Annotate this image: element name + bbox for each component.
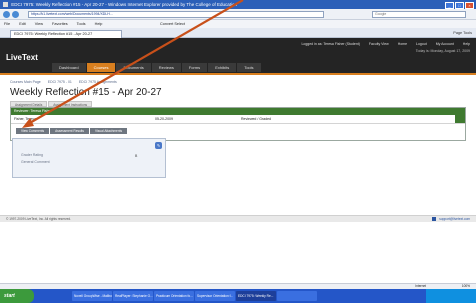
- taskbar-groupwise[interactable]: Novell GroupWise - Mailbox: [72, 291, 112, 301]
- system-tray[interactable]: [426, 289, 476, 303]
- taskbar-items: Novell GroupWise - MailboxRealPlayer: St…: [72, 291, 318, 301]
- annotation-arrow: [22, 0, 244, 128]
- taskbar-practicum[interactable]: Practicum Orientation fo...: [154, 291, 194, 301]
- arrow-shaft: [27, 0, 244, 125]
- support-link[interactable]: support@livetext.com: [439, 216, 470, 222]
- taskbar-edci[interactable]: EDCI 7975: Weekly Re...: [236, 291, 276, 301]
- page-footer: © 1997-2009 LiveText, Inc. All rights re…: [0, 215, 476, 222]
- mail-icon: [432, 217, 436, 221]
- taskbar-supervisor[interactable]: Supervisor Orientation f...: [195, 291, 235, 301]
- taskbar-blank[interactable]: [277, 291, 317, 301]
- arrow-head: [22, 118, 34, 128]
- windows-taskbar: start Novell GroupWise - MailboxRealPlay…: [0, 289, 476, 303]
- start-button[interactable]: start: [0, 289, 34, 303]
- taskbar-realplayer[interactable]: RealPlayer: Stephanie O...: [113, 291, 153, 301]
- copyright-text: © 1997-2009 LiveText, Inc. All rights re…: [6, 217, 72, 221]
